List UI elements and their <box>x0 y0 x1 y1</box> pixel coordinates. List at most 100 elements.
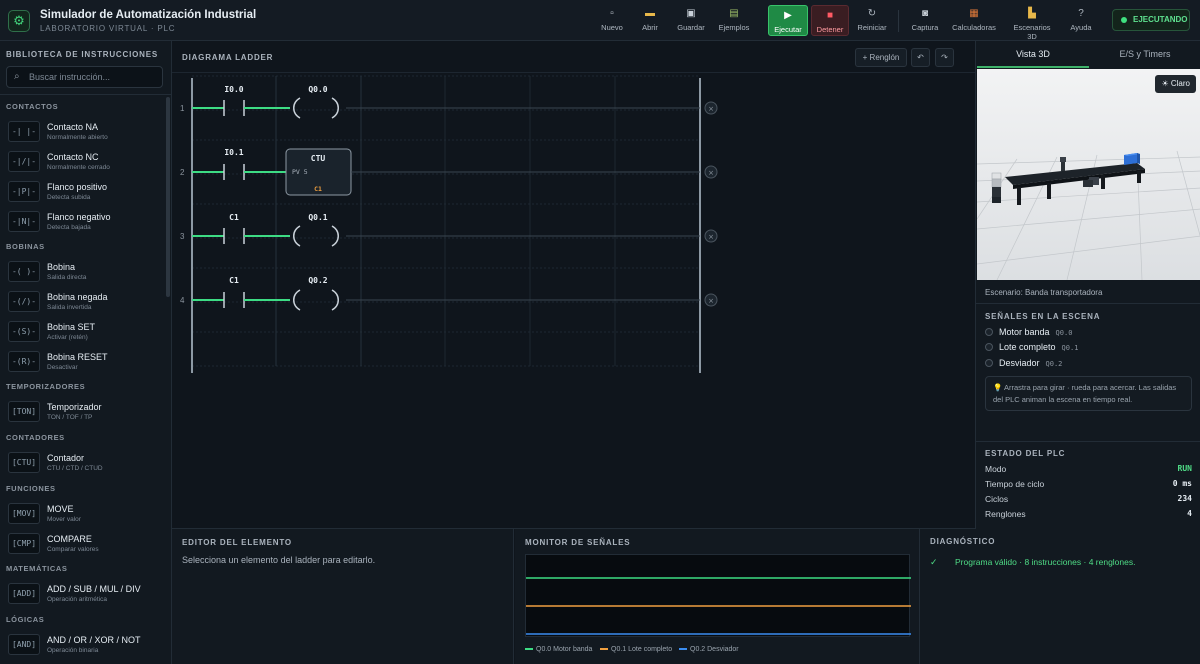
counter-preset: PV 5 <box>292 168 308 176</box>
save-icon: ▣ <box>686 8 696 19</box>
search-input[interactable] <box>29 69 159 85</box>
close-icon: × <box>708 233 714 241</box>
ladder-grid <box>192 75 700 367</box>
new-button[interactable]: ▫ Nuevo <box>600 8 624 36</box>
negated-coil-icon: -(/)- <box>8 291 40 312</box>
signal-indicator-icon <box>985 359 993 367</box>
undo-button[interactable]: ↶ <box>911 48 930 67</box>
item-desc: Detecta bajada <box>47 224 91 231</box>
item-name: Bobina <box>47 262 76 272</box>
stack-light <box>991 172 1002 203</box>
item-desc: Detecta subida <box>47 194 91 201</box>
tab-vista-3d[interactable]: Vista 3D <box>977 41 1089 68</box>
item-name: Flanco positivo <box>47 182 108 192</box>
new-label: Nuevo <box>601 23 623 32</box>
theme-toggle-button[interactable]: ☀ Claro <box>1155 75 1196 93</box>
element-editor: EDITOR DEL ELEMENTO Selecciona un elemen… <box>172 529 514 664</box>
legend-label: Q0.1 Lote completo <box>611 646 673 653</box>
redo-button[interactable]: ↷ <box>935 48 954 67</box>
compare-icon: [CMP] <box>8 533 40 554</box>
signal-name: Motor banda <box>999 327 1050 337</box>
item-desc: Salida invertida <box>47 304 92 311</box>
library-item-contacto-nc[interactable]: -|/|- Contacto NC Normalmente cerrado <box>8 150 160 176</box>
run-button[interactable]: ▶ Ejecutar <box>768 5 808 36</box>
scene-3d-viewport[interactable]: ☀ Claro <box>977 69 1200 280</box>
delete-rung-button[interactable]: × <box>704 101 718 115</box>
library-item-move[interactable]: [MOV] MOVE Mover valor <box>8 502 160 528</box>
category-bobinas: BOBINAS <box>6 242 45 251</box>
ladder-canvas: 1 2 3 4 I0.0 Q0.0 I0.1 CTU PV 5 C1 C1 Q0… <box>180 75 718 373</box>
signal-name: Desviador <box>999 358 1040 368</box>
category-contadores: CONTADORES <box>6 433 65 442</box>
library-item-math[interactable]: [ADD] ADD / SUB / MUL / DIV Operación ar… <box>8 582 160 608</box>
signal-address: Q0.2 <box>1045 360 1063 368</box>
signal-name: Lote completo <box>999 342 1056 352</box>
delete-rung-button[interactable]: × <box>704 165 718 179</box>
save-button[interactable]: ▣ Guardar <box>676 8 706 36</box>
library-item-flanco-negativo[interactable]: -|N|- Flanco negativo Detecta bajada <box>8 210 160 236</box>
plc-mode: Modo RUN <box>985 464 1192 476</box>
reset-button[interactable]: ↻ Reiniciar <box>856 8 888 36</box>
rung-number: 1 <box>180 104 185 113</box>
stop-button[interactable]: ■ Detener <box>811 5 849 36</box>
library-item-compare[interactable]: [CMP] COMPARE Comparar valores <box>8 532 160 558</box>
scene-name: Escenario: Banda transportadora <box>985 288 1103 297</box>
math-icon: [ADD] <box>8 583 40 604</box>
divider <box>0 94 171 95</box>
library-item-bobina[interactable]: -( )- Bobina Salida directa <box>8 260 160 286</box>
item-name: Flanco negativo <box>47 212 111 222</box>
divider <box>976 303 1200 304</box>
library-item-bobina-reset[interactable]: -(R)- Bobina RESET Desactivar <box>8 350 160 376</box>
close-icon: × <box>708 105 714 113</box>
library-item-logic[interactable]: [AND] AND / OR / XOR / NOT Operación bin… <box>8 633 160 659</box>
editor-title: EDITOR DEL ELEMENTO <box>182 538 292 547</box>
item-name: Bobina RESET <box>47 352 108 362</box>
factory-icon: ▙ <box>1028 8 1036 19</box>
rung-4[interactable]: C1 Q0.2 <box>192 276 700 311</box>
library-item-bobina-negada[interactable]: -(/)- Bobina negada Salida invertida <box>8 290 160 316</box>
legend-q00: Q0.0 Motor banda <box>525 646 592 653</box>
add-rung-button[interactable]: + Renglón <box>855 48 907 67</box>
logic-icon: [AND] <box>8 634 40 655</box>
open-button[interactable]: ▬ Abrir <box>638 8 662 36</box>
legend-label: Q0.2 Desviador <box>690 646 739 653</box>
item-name: ADD / SUB / MUL / DIV <box>47 584 141 594</box>
tab-io-timers[interactable]: E/S y Timers <box>1089 41 1200 68</box>
search-box: ⌕ <box>6 66 163 88</box>
plc-value: 234 <box>1177 494 1192 503</box>
help-button[interactable]: ? Ayuda <box>1068 8 1094 36</box>
rung-2[interactable]: I0.1 CTU PV 5 C1 <box>192 148 700 196</box>
contact-nc-icon: -|/|- <box>8 151 40 172</box>
examples-label: Ejemplos <box>718 23 750 32</box>
gear-logo-icon: ⚙ <box>8 10 30 32</box>
capture-button[interactable]: ◙ Captura <box>910 8 940 36</box>
scene-hint: 💡 Arrastra para girar · rueda para acerc… <box>985 376 1192 411</box>
book-icon: ▤ <box>729 8 739 19</box>
scene-3d <box>977 69 1200 280</box>
scene-signals-title: SEÑALES EN LA ESCENA <box>985 312 1101 321</box>
rung-3[interactable]: C1 Q0.1 <box>192 213 700 247</box>
calculators-button[interactable]: ▦ Calculadoras <box>952 8 996 36</box>
library-item-flanco-positivo[interactable]: -|P|- Flanco positivo Detecta subida <box>8 180 160 206</box>
check-icon: ✓ <box>930 557 938 567</box>
item-name: Temporizador <box>47 402 102 412</box>
coil-label: Q0.1 <box>308 213 327 222</box>
rung-1[interactable]: I0.0 Q0.0 <box>192 85 700 119</box>
sidebar-scrollbar[interactable] <box>166 97 170 297</box>
library-item-bobina-set[interactable]: -(S)- Bobina SET Activar (retén) <box>8 320 160 346</box>
close-icon: × <box>708 297 714 305</box>
contact-label: I0.1 <box>224 148 243 157</box>
scenarios-3d-button[interactable]: ▙ Escenarios 3D <box>1008 8 1056 41</box>
legend-q02: Q0.2 Desviador <box>679 646 739 653</box>
file-icon: ▫ <box>610 8 614 19</box>
legend-q01: Q0.1 Lote completo <box>600 646 672 653</box>
library-item-contacto-na[interactable]: -| |- Contacto NA Normalmente abierto <box>8 120 160 146</box>
legend-label: Q0.0 Motor banda <box>536 646 593 653</box>
library-item-temporizador[interactable]: [TON] Temporizador TON / TOF / TP <box>8 400 160 426</box>
examples-button[interactable]: ▤ Ejemplos <box>718 8 750 36</box>
delete-rung-button[interactable]: × <box>704 293 718 307</box>
item-desc: Comparar valores <box>47 546 99 553</box>
top-bar: ⚙ Simulador de Automatización Industrial… <box>0 0 1200 41</box>
library-item-contador[interactable]: [CTU] Contador CTU / CTD / CTUD <box>8 451 160 477</box>
delete-rung-button[interactable]: × <box>704 229 718 243</box>
